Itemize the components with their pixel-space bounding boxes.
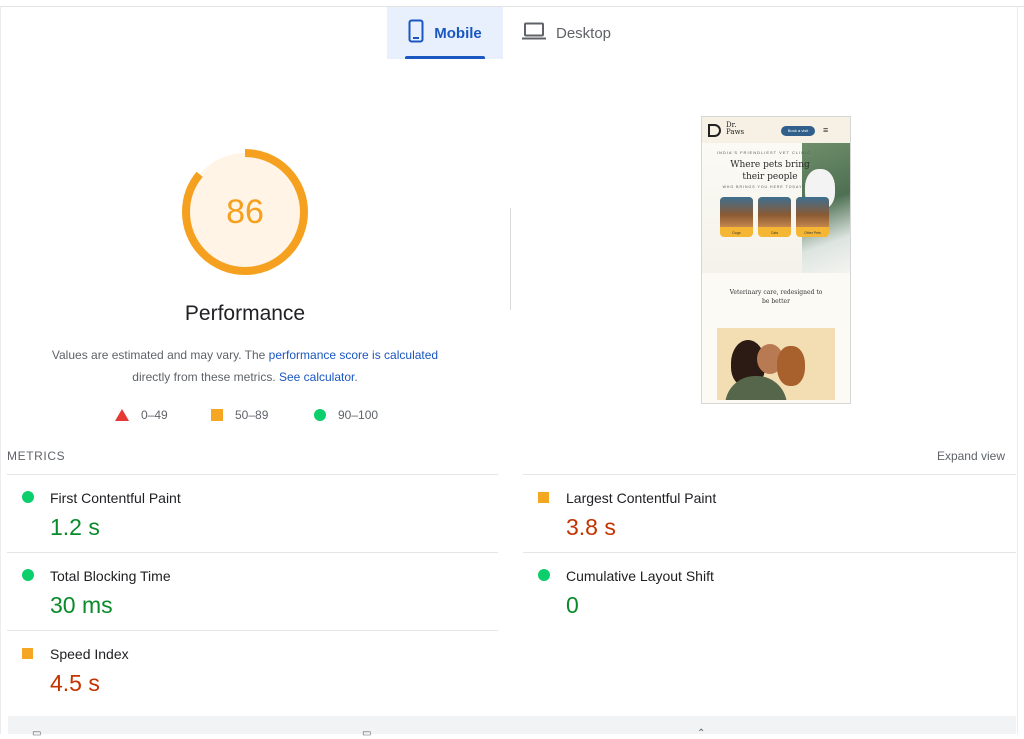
metric-name: Total Blocking Time <box>50 568 171 584</box>
performance-note: Values are estimated and may vary. The p… <box>30 344 460 388</box>
preview-tagline-line-1: Veterinary care, redesigned to <box>729 289 823 296</box>
metric-name: Speed Index <box>50 646 129 662</box>
preview-headline: Where pets bring their people <box>710 159 830 183</box>
preview-headline-line-2: their people <box>742 172 798 182</box>
legend-average-label: 50–89 <box>235 408 269 422</box>
performance-title: Performance <box>184 302 306 325</box>
metric-divider <box>7 474 498 475</box>
preview-card-other: Other Pets <box>796 197 829 237</box>
expand-view-button[interactable]: Expand view <box>900 449 1005 463</box>
metrics-heading: METRICS <box>7 449 66 463</box>
see-calculator-link[interactable]: See calculator <box>279 370 354 384</box>
metric-name: Cumulative Layout Shift <box>566 568 714 584</box>
dog-image <box>720 197 753 227</box>
note-text-3: . <box>354 370 358 384</box>
performance-score: 86 <box>226 193 264 231</box>
preview-pet-cards: Dogs Cats Other Pets <box>720 197 834 237</box>
legend-pass-label: 90–100 <box>338 408 379 422</box>
preview-logo-line-2: Paws <box>726 128 745 136</box>
preview-tagline: Veterinary care, redesigned to be better <box>714 288 838 306</box>
green-circle-icon <box>22 491 34 503</box>
green-circle-icon <box>22 569 34 581</box>
preview-card-label: Other Pets <box>804 231 821 235</box>
orange-square-icon <box>22 648 33 659</box>
preview-menu-icon: ≡ <box>823 125 829 135</box>
page-screenshot-thumbnail[interactable]: Dr. Paws Book a visit ≡ INDIA'S FRIENDLI… <box>701 116 851 404</box>
rabbit-image <box>796 197 829 227</box>
note-text-2: directly from these metrics. <box>132 370 279 384</box>
metric-largest-contentful-paint: Largest Contentful Paint 3.8 s <box>538 484 1018 562</box>
metric-divider <box>523 552 1016 553</box>
preview-card-cats: Cats <box>758 197 791 237</box>
preview-subline: WHO BRINGS YOU HERE TODAY? <box>722 185 806 189</box>
metric-divider <box>7 552 498 553</box>
metric-divider <box>7 630 498 631</box>
metric-value: 30 ms <box>50 592 113 618</box>
vertical-divider <box>510 208 511 310</box>
legend-fail-label: 0–49 <box>141 408 168 422</box>
metric-value: 4.5 s <box>50 670 100 696</box>
metric-value: 1.2 s <box>50 514 100 540</box>
preview-eyebrow: INDIA'S FRIENDLIEST VET CLINIC <box>716 150 812 155</box>
metric-name: Largest Contentful Paint <box>566 490 717 506</box>
performance-score-link[interactable]: performance score is calculated <box>269 348 438 362</box>
laptop-icon <box>522 22 546 45</box>
note-text-1: Values are estimated and may vary. The <box>51 348 269 362</box>
metric-value: 3.8 s <box>566 514 616 540</box>
tab-mobile[interactable]: Mobile <box>387 7 503 59</box>
preview-tagline-line-2: be better <box>762 298 790 305</box>
photo-puppy <box>777 346 805 386</box>
preview-logo-text: Dr. Paws <box>726 122 744 136</box>
top-divider <box>0 6 1024 7</box>
preview-card-label: Cats <box>770 231 779 235</box>
metric-cumulative-layout-shift: Cumulative Layout Shift 0 <box>538 562 1018 640</box>
preview-woman-dog-photo <box>717 328 835 400</box>
preview-book-button: Book a visit <box>781 126 815 136</box>
red-triangle-icon <box>115 409 129 421</box>
legend-pass: 90–100 <box>314 406 378 424</box>
preview-logo-icon <box>708 124 721 137</box>
active-tab-indicator <box>405 56 485 59</box>
audit-toolbar <box>8 716 1016 734</box>
smartphone-icon <box>408 19 424 48</box>
tab-desktop-label: Desktop <box>556 24 612 42</box>
frame-border-left <box>0 6 1 734</box>
legend-fail: 0–49 <box>115 406 168 424</box>
metric-first-contentful-paint: First Contentful Paint 1.2 s <box>22 484 502 562</box>
cat-image <box>758 197 791 227</box>
orange-square-icon <box>538 492 549 503</box>
metric-divider <box>523 474 1016 475</box>
preview-card-dogs: Dogs <box>720 197 753 237</box>
green-circle-icon <box>538 569 550 581</box>
metric-value: 0 <box>566 592 579 618</box>
green-circle-icon <box>314 409 326 421</box>
preview-headline-line-1: Where pets bring <box>730 160 810 170</box>
tab-mobile-label: Mobile <box>434 24 482 42</box>
preview-card-label: Dogs <box>732 231 741 235</box>
metric-speed-index: Speed Index 4.5 s <box>22 640 502 718</box>
orange-square-icon <box>211 409 223 421</box>
tab-desktop[interactable]: Desktop <box>516 7 642 59</box>
legend-average: 50–89 <box>211 406 268 424</box>
metric-name: First Contentful Paint <box>50 490 181 506</box>
metric-total-blocking-time: Total Blocking Time 30 ms <box>22 562 502 640</box>
